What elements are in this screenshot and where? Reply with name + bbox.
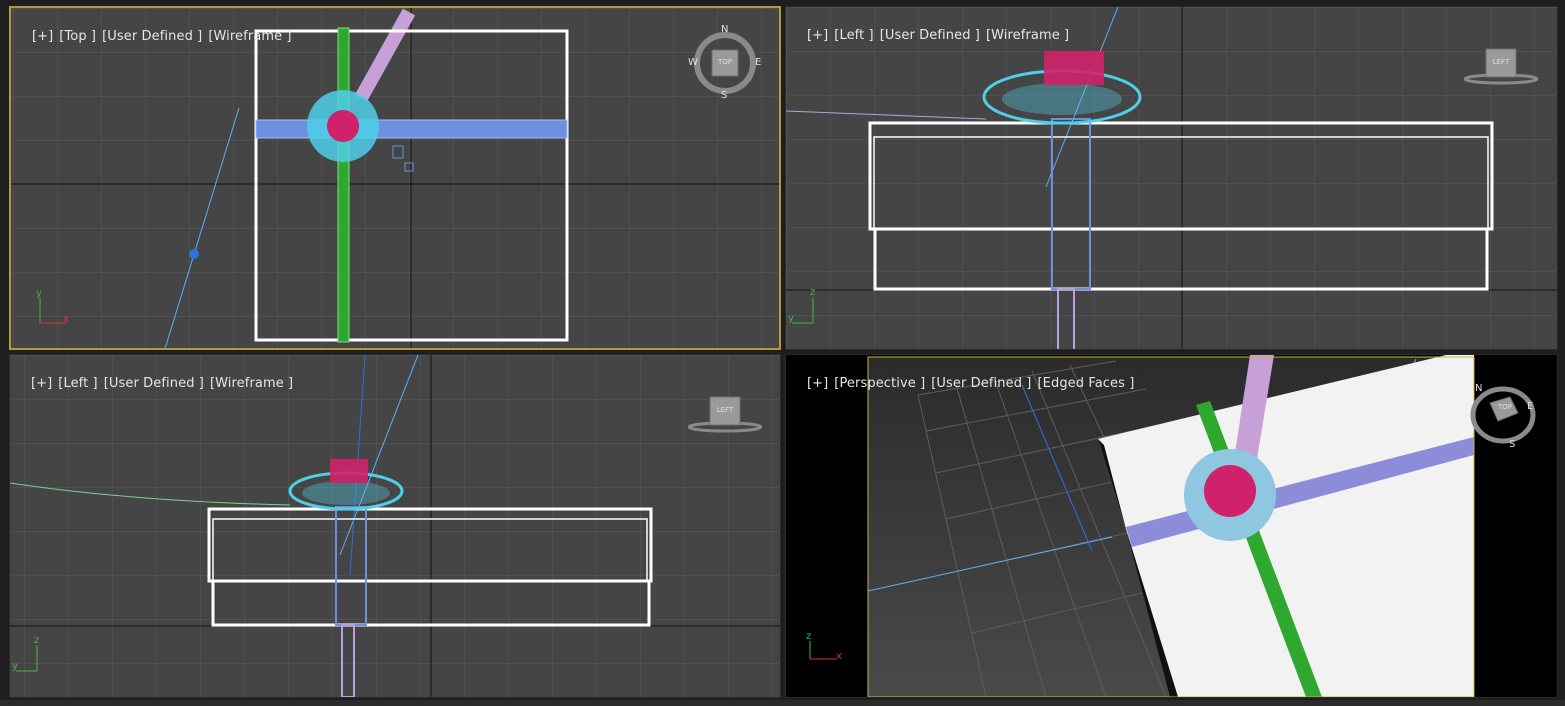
compass-ring-icon — [1470, 386, 1536, 444]
point-of-view-label[interactable]: [Left ] — [58, 376, 97, 391]
perspective-scene — [809, 355, 1475, 697]
viewcube-face-left[interactable]: LEFT — [1486, 58, 1516, 66]
axis-y-label: y — [12, 661, 18, 672]
visual-style-label[interactable]: [Wireframe ] — [208, 29, 291, 44]
compass-e[interactable]: E — [755, 57, 761, 68]
viewcube-face-left[interactable]: LEFT — [710, 406, 740, 414]
left-viewport-label-2: [+] [Left ] [User Defined ] [Wireframe ] — [14, 361, 299, 406]
compass-w[interactable]: W — [688, 57, 698, 68]
viewport-left-1[interactable]: z y [+] [Left ] [User Defined ] [Wireframe … — [785, 6, 1558, 350]
visual-style-label[interactable]: [Wireframe ] — [210, 376, 293, 391]
compass-n[interactable]: N — [721, 24, 728, 35]
shading-set-label[interactable]: [User Defined ] — [102, 29, 202, 44]
axis-z-label: z — [34, 635, 40, 646]
axis-y-label: y — [36, 288, 42, 299]
compass-s[interactable]: S — [721, 90, 727, 101]
viewport-top[interactable]: y x [+] [Top ] [User Defined ] [Wireframe ]… — [9, 6, 781, 350]
viewport-menu-button[interactable]: [+] — [32, 29, 53, 44]
left-view-scene-2 — [10, 355, 780, 697]
point-of-view-label[interactable]: [Perspective ] — [834, 376, 925, 391]
viewport-menu-button[interactable]: [+] — [807, 376, 828, 391]
viewcube-icon — [1463, 48, 1539, 85]
compass-e[interactable]: E — [1527, 401, 1533, 412]
shading-set-label[interactable]: [User Defined ] — [931, 376, 1031, 391]
visual-style-label[interactable]: [Wireframe ] — [986, 28, 1069, 43]
axis-z-label: z — [806, 631, 812, 642]
visual-style-label[interactable]: [Edged Faces ] — [1037, 376, 1134, 391]
ribbon-green — [337, 27, 350, 343]
point-of-view-label[interactable]: [Top ] — [59, 29, 96, 44]
viewport-menu-button[interactable]: [+] — [807, 28, 828, 43]
viewcube-left-1[interactable]: LEFT — [1463, 47, 1539, 87]
perspective-viewport-label: [+] [Perspective ] [User Defined ] [Edged F… — [790, 361, 1140, 406]
viewcube-top[interactable]: TOP N S W E — [688, 24, 761, 101]
shading-set-label[interactable]: [User Defined ] — [880, 28, 980, 43]
viewport-menu-button[interactable]: [+] — [31, 376, 52, 391]
viewcube-perspective[interactable]: TOP N E S — [1470, 383, 1536, 451]
shading-set-label[interactable]: [User Defined ] — [104, 376, 204, 391]
axis-y-label: y — [788, 313, 794, 324]
axis-x-label: x — [836, 651, 842, 662]
top-view-scene — [11, 8, 779, 348]
viewcube-left-2[interactable]: LEFT — [687, 395, 763, 435]
status-strip — [0, 700, 1565, 706]
viewcube-face-top[interactable]: TOP — [1492, 403, 1518, 411]
viewcube-face-top[interactable]: TOP — [712, 58, 738, 66]
point-of-view-label[interactable]: [Left ] — [834, 28, 873, 43]
viewport-perspective[interactable]: z x [+] [Perspective ] [User Defined ] [Edg… — [785, 354, 1558, 698]
top-viewport-label: [+] [Top ] [User Defined ] [Wireframe ] — [15, 14, 298, 59]
viewport-left-2[interactable]: z y [+] [Left ] [User Defined ] [Wireframe … — [9, 354, 781, 698]
left-view-scene-1 — [786, 7, 1557, 349]
axis-z-label: z — [810, 287, 816, 298]
axis-x-label: x — [63, 314, 69, 325]
left-viewport-label-1: [+] [Left ] [User Defined ] [Wireframe ] — [790, 13, 1075, 58]
ribbon-blue — [255, 119, 568, 139]
compass-n[interactable]: N — [1475, 383, 1482, 394]
viewcube-icon — [687, 396, 763, 433]
compass-s[interactable]: S — [1509, 439, 1515, 450]
